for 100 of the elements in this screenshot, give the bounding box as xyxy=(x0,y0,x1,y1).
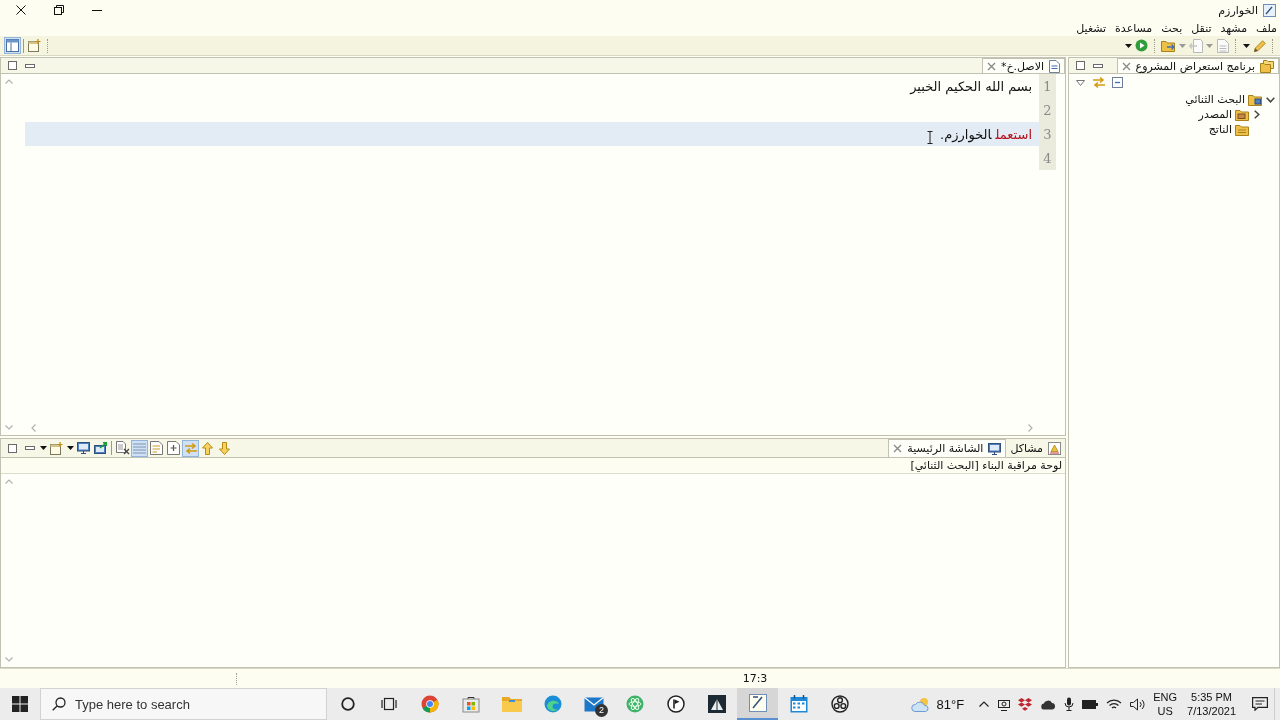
caret-down-icon xyxy=(1124,43,1132,48)
text-cursor-icon xyxy=(927,131,933,144)
tree-item[interactable]: البحث الثنائي xyxy=(1185,94,1245,105)
lines-icon xyxy=(133,442,146,454)
language-button[interactable]: ENG US xyxy=(1153,690,1178,718)
toolbar-button[interactable] xyxy=(4,37,21,54)
close-icon[interactable] xyxy=(893,444,903,453)
toolbar-button[interactable] xyxy=(26,37,43,54)
search-icon xyxy=(52,697,66,711)
tab[interactable]: مشاكل xyxy=(1006,439,1065,457)
boxes-icon[interactable] xyxy=(1018,697,1033,711)
cursor-position: 17:3 xyxy=(741,673,769,684)
toolbar-button[interactable] xyxy=(75,439,92,457)
browser-icon xyxy=(420,695,439,713)
minimize-icon xyxy=(24,446,35,450)
menu-item[interactable]: تنقل xyxy=(1191,22,1212,34)
task-view-icon xyxy=(380,697,397,711)
battery-icon[interactable] xyxy=(1082,699,1099,709)
window-layout-icon xyxy=(6,39,19,52)
tab[interactable]: برنامج استعراض المشروع xyxy=(1116,58,1279,73)
line-number: 2 xyxy=(1043,103,1052,117)
speaker-icon[interactable] xyxy=(1130,697,1146,711)
circle-icon xyxy=(340,697,355,711)
search-field[interactable]: Type here to search xyxy=(40,688,327,720)
warning-icon xyxy=(1048,441,1061,455)
arrow-down-icon xyxy=(219,441,230,455)
swap-arrows-icon xyxy=(183,441,198,455)
message-icon xyxy=(1252,697,1268,711)
tab[interactable]: *الاصل.خ xyxy=(981,58,1065,73)
toolbar-button[interactable] xyxy=(114,439,131,457)
menu-item[interactable]: مساعدة xyxy=(1115,22,1153,34)
cloud-sun-icon xyxy=(910,696,931,712)
wifi-icon[interactable] xyxy=(1106,698,1123,710)
chevron-right-icon[interactable] xyxy=(1254,110,1260,119)
line-number: 3 xyxy=(1043,127,1052,141)
document-plus-icon xyxy=(167,441,180,455)
code-line: استعمل الخوارزم. xyxy=(940,127,1032,141)
camera-icon[interactable] xyxy=(998,697,1011,711)
tree-item[interactable]: الناتج xyxy=(1208,124,1232,135)
weather-button[interactable]: 81°F xyxy=(906,688,969,720)
tab[interactable]: الشاشة الرئيسية xyxy=(888,439,1007,457)
three-circles-icon xyxy=(830,695,849,713)
toolbar-button[interactable] xyxy=(165,439,182,457)
folder-icon xyxy=(1235,123,1249,136)
tree-item[interactable]: المصدر xyxy=(1198,109,1232,120)
play-icon xyxy=(1135,39,1148,52)
caret-down-icon xyxy=(1242,43,1250,48)
minimize-icon xyxy=(92,9,102,11)
maximize-button[interactable] xyxy=(7,60,18,71)
envelope-icon xyxy=(583,696,604,712)
caret-down-icon xyxy=(1205,43,1213,48)
caret-down-icon xyxy=(66,446,74,450)
microphone-icon[interactable] xyxy=(1064,697,1075,711)
minimize-icon xyxy=(1092,63,1103,68)
app-window-icon xyxy=(748,694,767,712)
collapse-icon xyxy=(1112,77,1123,88)
toolbar-button[interactable] xyxy=(92,439,109,457)
taskbar-button[interactable]: 2 xyxy=(573,688,614,720)
triangle-down-icon xyxy=(1076,79,1085,86)
document-x-icon xyxy=(115,441,130,455)
maximize-button[interactable] xyxy=(1075,60,1086,71)
arrow-up-icon xyxy=(202,441,213,455)
cloud-icon[interactable] xyxy=(1040,698,1057,710)
menu-item[interactable]: تشغيل xyxy=(1076,22,1107,34)
close-icon xyxy=(16,5,26,15)
code-line: بسم الله الحكيم الخبير xyxy=(910,79,1032,93)
monitor-icon xyxy=(77,442,90,454)
atom-icon xyxy=(625,695,644,713)
console-title: لوحة مراقبة البناء [البحث الثنائي] xyxy=(910,460,1062,471)
maximize-icon xyxy=(8,443,17,453)
close-icon[interactable] xyxy=(986,61,996,71)
caret-down-icon xyxy=(39,446,47,450)
clock-button[interactable]: 5:35 PM 7/13/2021 xyxy=(1185,690,1238,718)
windows-logo-icon xyxy=(12,696,28,712)
package-folder-icon xyxy=(1235,108,1249,121)
folder-arrow-icon xyxy=(1161,39,1176,52)
toolbar-button[interactable] xyxy=(148,439,165,457)
line-number: 4 xyxy=(1043,151,1052,165)
window-title: الخوارزم xyxy=(1218,4,1258,16)
notification-badge: 2 xyxy=(595,704,608,717)
maximize-button[interactable] xyxy=(7,442,18,454)
triangle-tile-icon xyxy=(707,695,726,713)
menu-item[interactable]: ملف xyxy=(1256,22,1277,34)
collapse-all-button[interactable] xyxy=(1111,76,1124,89)
pencil-icon xyxy=(1252,38,1267,53)
chevron-down-icon[interactable] xyxy=(1265,96,1275,103)
maximize-icon xyxy=(1076,61,1085,70)
swap-arrows-icon xyxy=(1091,76,1106,89)
document-icon xyxy=(1216,38,1229,53)
minimize-icon xyxy=(24,63,35,68)
restore-icon xyxy=(54,5,64,15)
toolbar-button[interactable] xyxy=(48,439,65,457)
project-folder-icon xyxy=(1248,93,1262,106)
document-lines-icon xyxy=(150,441,163,455)
line-number: 1 xyxy=(1043,79,1052,93)
folder-stack-icon xyxy=(1260,59,1274,73)
menu-item[interactable]: بحث xyxy=(1161,22,1183,34)
close-icon[interactable] xyxy=(1121,61,1131,71)
flag-circle-icon xyxy=(666,695,685,713)
menu-item[interactable]: مشهد xyxy=(1220,22,1248,34)
